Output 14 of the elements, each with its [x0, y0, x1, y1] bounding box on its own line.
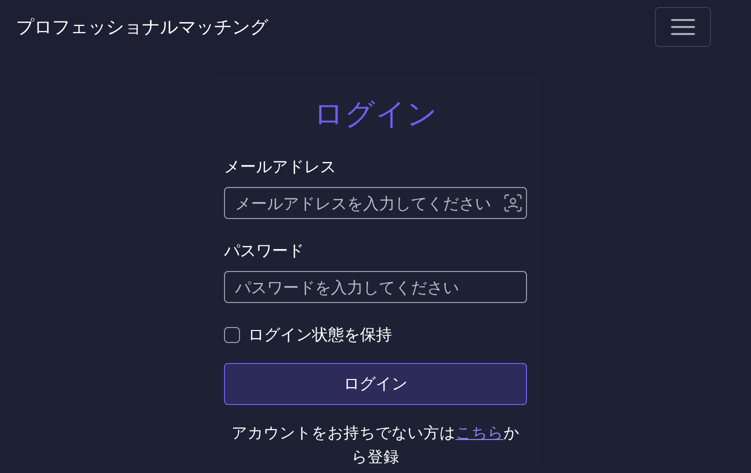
email-label: メールアドレス: [224, 156, 337, 178]
menu-icon: [670, 17, 696, 37]
brand-title[interactable]: プロフェッショナルマッチング: [16, 14, 268, 40]
password-label: パスワード: [224, 240, 305, 262]
remember-label: ログイン状態を保持: [248, 324, 392, 346]
menu-button[interactable]: [655, 7, 711, 47]
password-field[interactable]: パスワードを入力してください: [224, 271, 527, 303]
remember-checkbox[interactable]: [224, 327, 240, 343]
contact-icon: [504, 194, 522, 212]
signup-link[interactable]: こちら: [456, 424, 504, 442]
login-title: ログイン: [312, 96, 438, 134]
email-field[interactable]: メールアドレスを入力してください: [224, 187, 527, 219]
signup-text: アカウントをお持ちでない方はこちら から登録: [230, 423, 520, 468]
login-button[interactable]: ログイン: [224, 363, 527, 405]
